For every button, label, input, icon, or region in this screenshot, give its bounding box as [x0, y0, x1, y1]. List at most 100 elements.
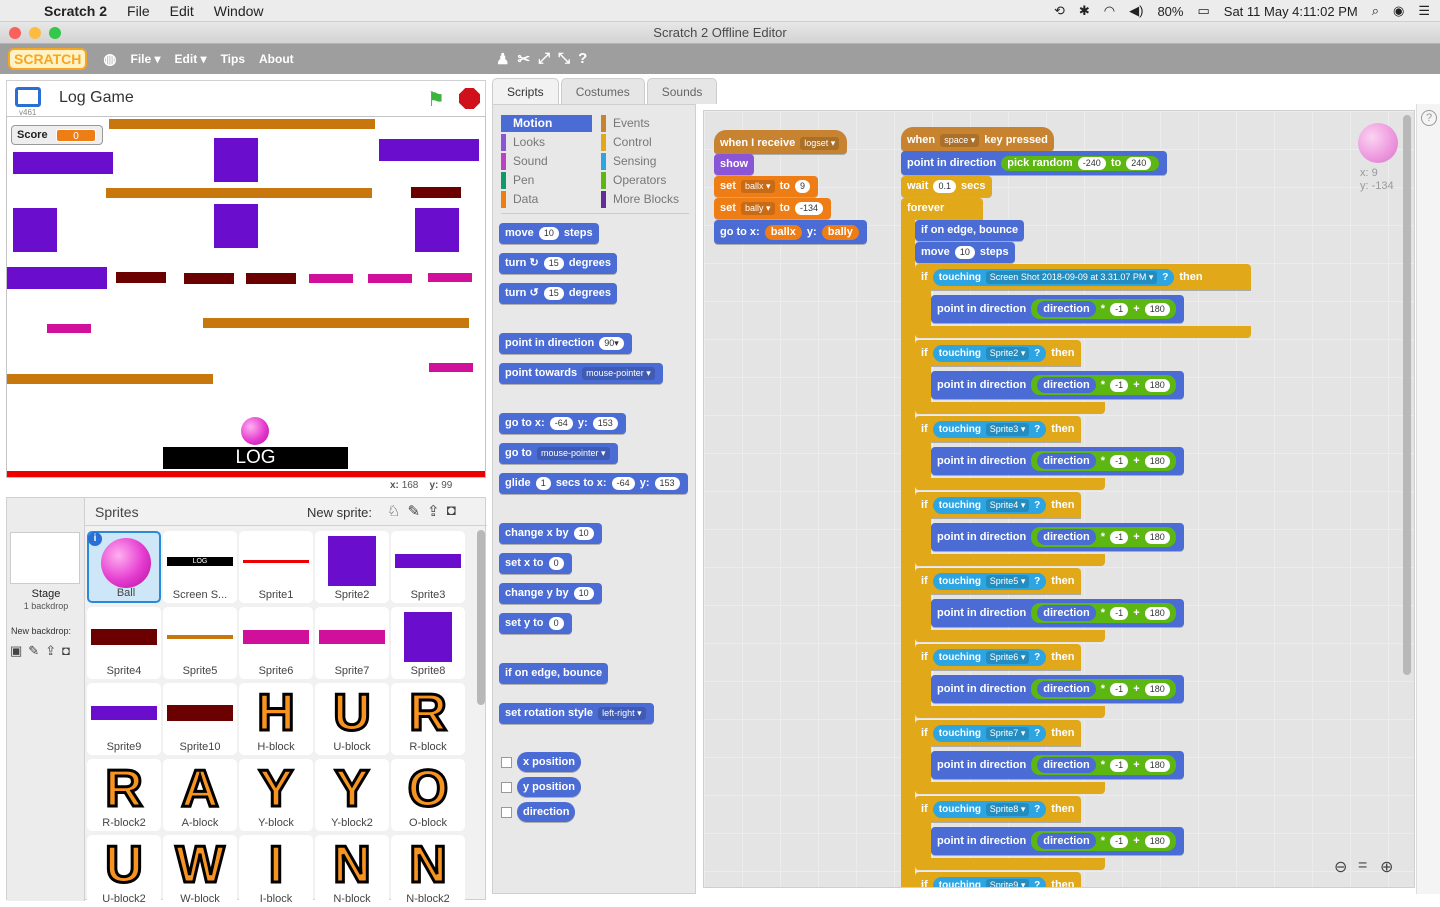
- help-icon[interactable]: ?: [1421, 110, 1437, 126]
- block-set-y[interactable]: set y to 0: [499, 613, 572, 634]
- sensing-touching[interactable]: touching Sprite4 ▾ ?: [932, 497, 1047, 514]
- zoom-out-icon[interactable]: ⊖: [1334, 857, 1347, 877]
- hat-when-i-receive[interactable]: when I receive logset ▾: [714, 130, 848, 154]
- sprite-tile[interactable]: Y Y-block: [239, 759, 313, 831]
- sprite-tile[interactable]: Sprite3: [391, 531, 465, 603]
- zoom-window-button[interactable]: [49, 27, 61, 39]
- block-point-in-direction-reflect[interactable]: point in direction direction * -1 + 180: [931, 523, 1184, 551]
- menu-window[interactable]: Window: [214, 3, 264, 19]
- info-icon[interactable]: i: [88, 532, 102, 546]
- green-flag-icon[interactable]: ⚑: [427, 87, 445, 112]
- sprite-tile[interactable]: A A-block: [163, 759, 237, 831]
- upload-sprite-icon[interactable]: ⇪: [427, 502, 440, 520]
- minimize-window-button[interactable]: [29, 27, 41, 39]
- sprite-tile[interactable]: O O-block: [391, 759, 465, 831]
- time-machine-icon[interactable]: ⟲: [1054, 3, 1065, 19]
- sprite-tile[interactable]: W W-block: [163, 835, 237, 907]
- clock[interactable]: Sat 11 May 4:11:02 PM: [1224, 4, 1358, 19]
- block-if-on-edge-bounce[interactable]: if on edge, bounce: [915, 220, 1025, 241]
- sprite-tile[interactable]: Sprite1: [239, 531, 313, 603]
- stop-sign-icon[interactable]: [459, 88, 480, 109]
- app-menu[interactable]: Scratch 2: [44, 3, 107, 19]
- direction-checkbox[interactable]: [501, 807, 512, 818]
- language-globe-icon[interactable]: ◍: [103, 50, 116, 68]
- sensing-touching[interactable]: touching Sprite9 ▾ ?: [932, 877, 1047, 887]
- sprite-tile[interactable]: N N-block2: [391, 835, 465, 907]
- sprite-tile[interactable]: R R-block2: [87, 759, 161, 831]
- volume-icon[interactable]: ◀): [1129, 3, 1143, 19]
- sprite-tile[interactable]: Sprite5: [163, 607, 237, 679]
- category-more-blocks[interactable]: More Blocks: [601, 191, 679, 208]
- editor-file-menu[interactable]: File ▾: [131, 52, 161, 66]
- block-set-bally[interactable]: set bally ▾ to -134: [714, 198, 832, 219]
- y-position-checkbox[interactable]: [501, 782, 512, 793]
- block-point-in-direction-reflect[interactable]: point in direction direction * -1 + 180: [931, 371, 1184, 399]
- block-if-touching[interactable]: if touching Screen Shot 2018-09-09 at 3.…: [915, 264, 1251, 290]
- category-motion[interactable]: Motion: [501, 115, 592, 132]
- block-glide[interactable]: glide 1 secs to x: -64 y: 153: [499, 473, 688, 494]
- sprite-tile[interactable]: Sprite9: [87, 683, 161, 755]
- category-looks[interactable]: Looks: [501, 134, 545, 151]
- battery-percent[interactable]: 80%: [1157, 4, 1183, 19]
- block-if-touching[interactable]: if touching Sprite5 ▾ ? then: [915, 568, 1081, 594]
- block-bounce[interactable]: if on edge, bounce: [499, 663, 609, 684]
- shrink-icon[interactable]: ⤡: [558, 50, 570, 68]
- hat-when-key-pressed[interactable]: when space ▾ key pressed: [901, 127, 1054, 151]
- tab-sounds[interactable]: Sounds: [646, 78, 718, 104]
- sprites-scrollbar[interactable]: [477, 530, 485, 705]
- block-go-to[interactable]: go to mouse-pointer ▾: [499, 443, 618, 464]
- sprite-tile[interactable]: U U-block2: [87, 835, 161, 907]
- reporter-y-position[interactable]: y position: [517, 777, 581, 797]
- block-if-touching[interactable]: if touching Sprite3 ▾ ? then: [915, 416, 1081, 442]
- block-set-x[interactable]: set x to 0: [499, 553, 572, 574]
- paint-backdrop-icon[interactable]: ▣: [10, 643, 22, 659]
- sprite-tile[interactable]: R R-block: [391, 683, 465, 755]
- tab-costumes[interactable]: Costumes: [560, 78, 645, 104]
- block-wait[interactable]: wait 0.1 secs: [901, 176, 992, 197]
- block-if-touching[interactable]: if touching Sprite9 ▾ ? then: [915, 872, 1081, 887]
- category-operators[interactable]: Operators: [601, 172, 666, 189]
- block-set-ballx[interactable]: set ballx ▾ to 9: [714, 176, 819, 197]
- block-if-touching[interactable]: if touching Sprite4 ▾ ? then: [915, 492, 1081, 518]
- upload-backdrop-icon[interactable]: ⇪: [45, 643, 56, 659]
- block-turn-right[interactable]: turn ↻ 15 degrees: [499, 253, 618, 274]
- block-point-in-direction-reflect[interactable]: point in direction direction * -1 + 180: [931, 827, 1184, 855]
- bluetooth-icon[interactable]: ✱: [1079, 3, 1090, 19]
- category-sound[interactable]: Sound: [501, 153, 548, 170]
- category-pen[interactable]: Pen: [501, 172, 534, 189]
- sensing-touching[interactable]: touching Sprite2 ▾ ?: [932, 345, 1047, 362]
- reporter-direction[interactable]: direction: [517, 802, 576, 822]
- duplicate-stamp-icon[interactable]: ♟: [496, 50, 509, 68]
- tips-menu[interactable]: Tips: [221, 52, 245, 66]
- scratch-logo[interactable]: SCRATCH: [8, 48, 88, 70]
- sprite-tile[interactable]: Y Y-block2: [315, 759, 389, 831]
- block-point-in-direction-reflect[interactable]: point in direction direction * -1 + 180: [931, 751, 1184, 779]
- block-go-to-ballx-bally[interactable]: go to x: ballx y: bally: [714, 220, 867, 244]
- category-sensing[interactable]: Sensing: [601, 153, 656, 170]
- sprite-library-icon[interactable]: ♘: [387, 502, 400, 520]
- score-monitor[interactable]: Score 0: [11, 125, 103, 145]
- about-menu[interactable]: About: [259, 52, 294, 66]
- block-point-in-direction-reflect[interactable]: point in direction direction * -1 + 180: [931, 599, 1184, 627]
- sprite-tile[interactable]: Sprite2: [315, 531, 389, 603]
- block-turn-left[interactable]: turn ↺ 15 degrees: [499, 283, 618, 304]
- editor-edit-menu[interactable]: Edit ▾: [175, 52, 207, 66]
- battery-icon[interactable]: ▭: [1197, 3, 1209, 19]
- sensing-touching[interactable]: touching Sprite8 ▾ ?: [932, 801, 1047, 818]
- sprite-tile[interactable]: H H-block: [239, 683, 313, 755]
- wifi-icon[interactable]: ◠: [1104, 3, 1115, 19]
- block-point-towards[interactable]: point towards mouse-pointer ▾: [499, 363, 663, 384]
- sprite-tile[interactable]: Sprite6: [239, 607, 313, 679]
- brush-icon[interactable]: ✎: [28, 643, 39, 659]
- block-forever[interactable]: forever: [901, 198, 983, 219]
- block-change-x[interactable]: change x by 10: [499, 523, 602, 544]
- zoom-in-icon[interactable]: ⊕: [1380, 857, 1393, 877]
- menu-file[interactable]: File: [127, 3, 150, 19]
- tab-scripts[interactable]: Scripts: [492, 78, 559, 104]
- category-data[interactable]: Data: [501, 191, 538, 208]
- notification-center-icon[interactable]: ☰: [1418, 3, 1430, 19]
- sprite-tile[interactable]: N N-block: [315, 835, 389, 907]
- block-set-rotation-style[interactable]: set rotation style left-right ▾: [499, 703, 654, 724]
- project-title[interactable]: Log Game: [59, 89, 134, 107]
- menu-edit[interactable]: Edit: [170, 3, 194, 19]
